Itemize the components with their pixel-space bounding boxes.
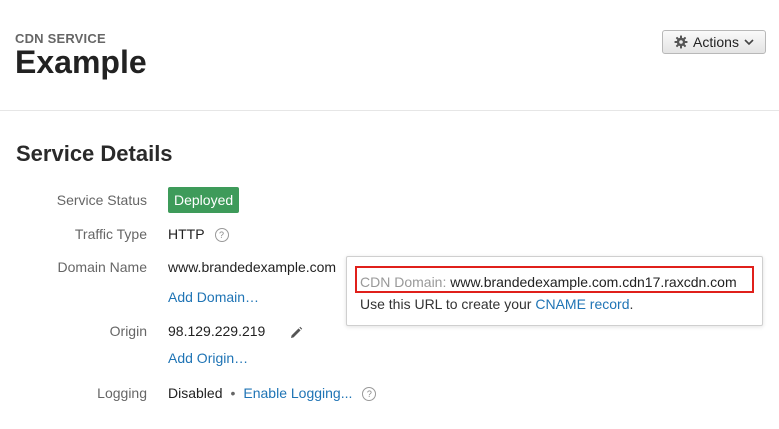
cname-hint: Use this URL to create your CNAME record… <box>360 296 633 312</box>
domain-name-label: Domain Name <box>57 259 147 275</box>
gear-icon <box>674 35 688 49</box>
pencil-icon[interactable] <box>289 326 303 345</box>
separator-dot: • <box>230 385 236 401</box>
cname-hint-prefix: Use this URL to create your <box>360 296 532 312</box>
domain-name-value: www.brandedexample.com <box>168 259 337 275</box>
origin-value: 98.129.229.219 <box>168 323 266 339</box>
actions-label: Actions <box>693 34 739 50</box>
help-icon[interactable]: ? <box>362 387 377 402</box>
traffic-type-label: Traffic Type <box>74 226 147 242</box>
service-status-label: Service Status <box>56 192 147 208</box>
section-title: Service Details <box>16 141 173 166</box>
logging-status: Disabled <box>168 385 223 401</box>
actions-button[interactable]: Actions <box>662 30 766 54</box>
traffic-type-value: HTTP? <box>168 226 229 243</box>
traffic-type-text: HTTP <box>168 226 205 242</box>
cdn-domain-value: www.brandedexample.com.cdn17.raxcdn.com <box>450 274 737 290</box>
enable-logging-link[interactable]: Enable Logging... <box>243 385 352 401</box>
add-origin-link[interactable]: Add Origin… <box>168 350 248 366</box>
chevron-down-icon <box>744 38 754 46</box>
logging-label: Logging <box>97 385 147 401</box>
cdn-domain-line: CDN Domain: www.brandedexample.com.cdn17… <box>360 274 737 290</box>
origin-label: Origin <box>109 323 147 339</box>
cname-record-link[interactable]: CNAME record <box>535 296 629 312</box>
help-icon[interactable]: ? <box>214 228 229 243</box>
cdn-domain-key: CDN Domain: <box>360 274 447 290</box>
cname-hint-suffix: . <box>629 296 634 312</box>
cdn-domain-tooltip: CDN Domain: www.brandedexample.com.cdn17… <box>346 256 763 326</box>
page-header: CDN SERVICE Example Actions <box>0 0 779 111</box>
add-domain-link[interactable]: Add Domain… <box>168 289 259 305</box>
logging-value: Disabled • Enable Logging...? <box>168 385 377 402</box>
status-badge: Deployed <box>168 187 240 213</box>
page-title: Example <box>15 44 147 80</box>
